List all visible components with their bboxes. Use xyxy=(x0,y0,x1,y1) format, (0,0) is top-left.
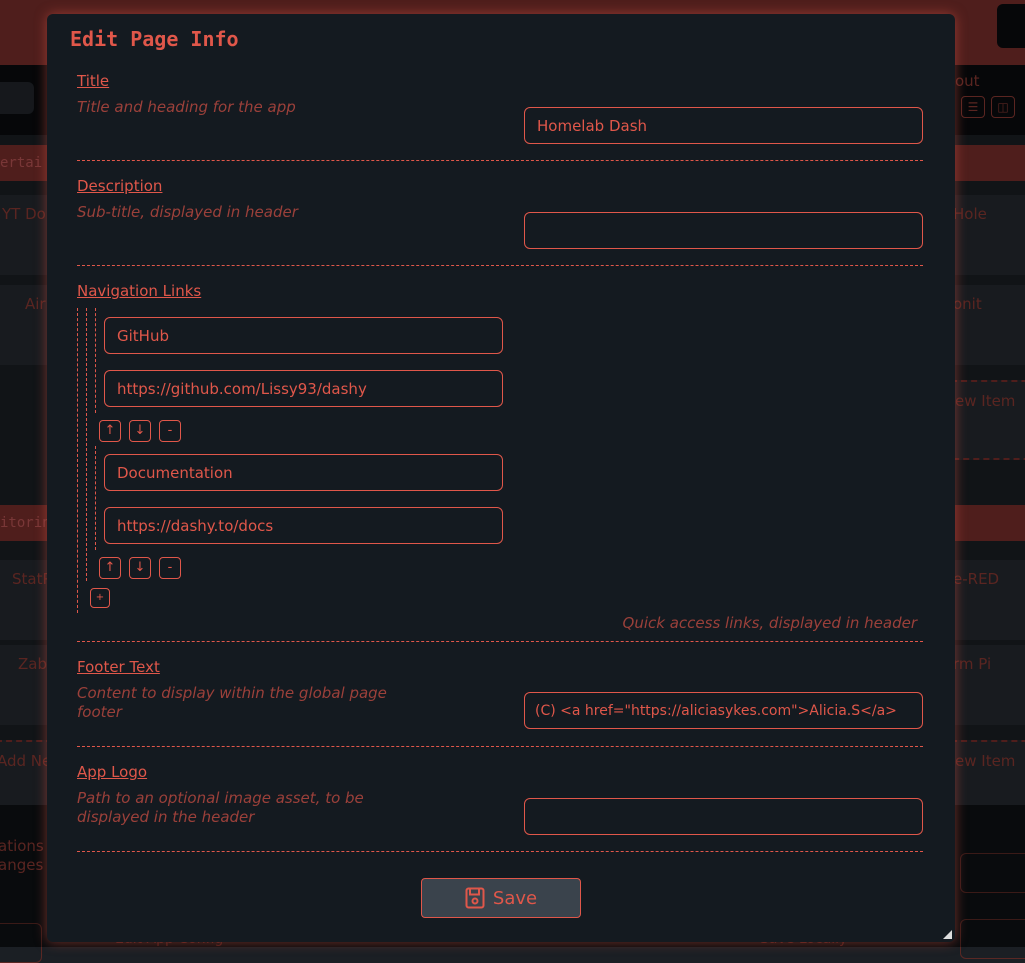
add-link-button[interactable]: + xyxy=(90,588,110,608)
field-description-row: Description Sub-title, displayed in head… xyxy=(77,177,923,266)
field-label: Navigation Links xyxy=(77,282,202,300)
field-description: Title and heading for the app xyxy=(77,98,296,116)
field-description: Path to an optional image asset, to be d… xyxy=(77,789,364,826)
nav-link-path-input[interactable] xyxy=(104,370,503,407)
nav-link-title-input[interactable] xyxy=(104,454,503,491)
app-logo-input[interactable] xyxy=(524,798,923,835)
tree-line xyxy=(77,308,78,613)
remove-link-button[interactable]: - xyxy=(159,420,181,442)
description-input[interactable] xyxy=(524,212,923,249)
field-description: Content to display within the global pag… xyxy=(77,684,387,721)
save-button[interactable]: Save xyxy=(421,878,581,918)
field-footer-text: Footer Text Content to display within th… xyxy=(77,658,923,747)
field-label: Footer Text xyxy=(77,658,160,676)
field-label: Description xyxy=(77,177,163,195)
save-label: Save xyxy=(492,887,538,909)
move-up-button[interactable]: ↑ xyxy=(99,557,121,579)
tree-line xyxy=(95,308,96,413)
modal-title: Edit Page Info xyxy=(70,27,239,51)
remove-link-button[interactable]: - xyxy=(159,557,181,579)
floppy-disk-icon xyxy=(465,887,485,909)
field-label: Title xyxy=(77,72,110,90)
move-down-button[interactable]: ↓ xyxy=(129,557,151,579)
tree-line xyxy=(95,446,96,550)
edit-page-info-modal: Edit Page Info Title Title and heading f… xyxy=(47,14,955,942)
nav-link-title-input[interactable] xyxy=(104,317,503,354)
field-navigation-links: Navigation Links ↑ ↓ - ↑ ↓ - + Quick acc… xyxy=(77,282,923,642)
footer-text-input[interactable] xyxy=(524,692,923,729)
field-label: App Logo xyxy=(77,763,148,781)
field-app-logo: App Logo Path to an optional image asset… xyxy=(77,763,923,852)
field-title: Title Title and heading for the app xyxy=(77,72,923,161)
resize-handle[interactable] xyxy=(943,930,952,939)
move-up-button[interactable]: ↑ xyxy=(99,420,121,442)
field-description: Quick access links, displayed in header xyxy=(622,614,917,632)
move-down-button[interactable]: ↓ xyxy=(129,420,151,442)
tree-line xyxy=(86,308,87,581)
title-input[interactable] xyxy=(524,107,923,144)
nav-link-path-input[interactable] xyxy=(104,507,503,544)
field-description: Sub-title, displayed in header xyxy=(77,203,298,221)
